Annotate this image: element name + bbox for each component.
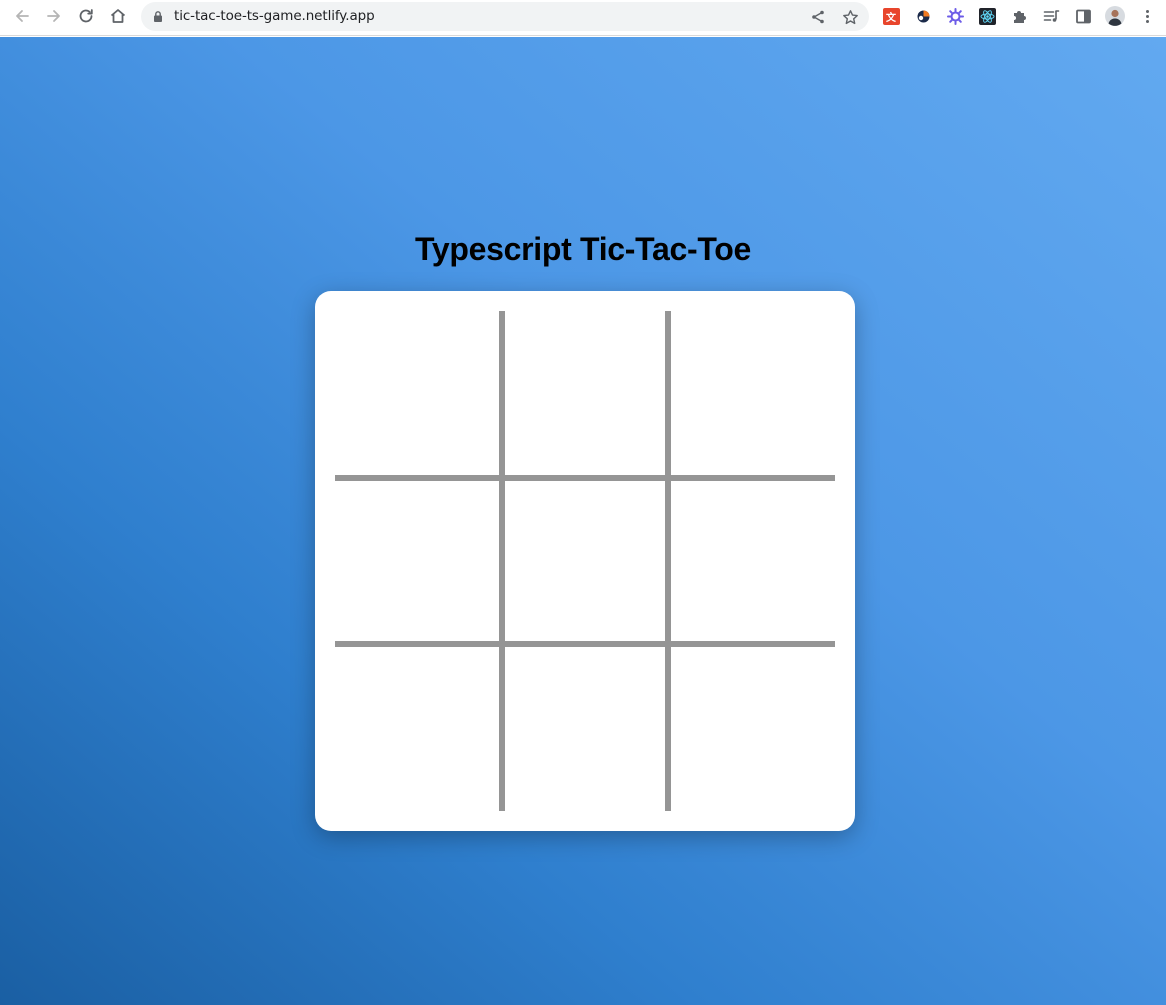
- side-panel-icon: [1075, 9, 1091, 23]
- browser-toolbar: tic-tac-toe-ts-game.netlify.app 文: [0, 0, 1166, 36]
- board-cell-0[interactable]: [335, 311, 502, 478]
- translate-extension-icon: 文: [882, 7, 900, 25]
- board-cell-5[interactable]: [668, 477, 835, 645]
- reading-list-icon: [1043, 9, 1059, 22]
- extension-icon-purple-gear: [946, 7, 964, 25]
- extension-button-orange[interactable]: [914, 7, 932, 25]
- react-devtools-icon: [978, 7, 996, 25]
- home-icon: [110, 9, 126, 23]
- puzzle-icon: [1013, 10, 1026, 23]
- back-button[interactable]: [8, 4, 36, 28]
- svg-text:文: 文: [886, 11, 897, 24]
- board-cell-6[interactable]: [335, 644, 502, 811]
- address-bar[interactable]: tic-tac-toe-ts-game.netlify.app: [141, 2, 869, 31]
- profile-button[interactable]: [1105, 6, 1125, 26]
- kebab-menu-icon: [1145, 9, 1149, 23]
- forward-button[interactable]: [40, 4, 68, 28]
- side-panel-button[interactable]: [1074, 7, 1092, 25]
- lock-icon[interactable]: [152, 10, 164, 23]
- board-cell-4[interactable]: [501, 477, 669, 645]
- home-button[interactable]: [104, 4, 132, 28]
- reload-icon: [79, 9, 93, 23]
- address-url[interactable]: tic-tac-toe-ts-game.netlify.app: [174, 8, 375, 24]
- back-arrow-icon: [16, 10, 29, 22]
- bookmark-button[interactable]: [840, 7, 860, 27]
- reading-list-button[interactable]: [1042, 7, 1060, 25]
- forward-arrow-icon: [47, 10, 60, 22]
- extension-button-purple[interactable]: [946, 7, 964, 25]
- game-page: Typescript Tic-Tac-Toe: [0, 37, 1166, 1005]
- page-title: Typescript Tic-Tac-Toe: [415, 231, 751, 267]
- board-cell-7[interactable]: [501, 644, 669, 811]
- share-button[interactable]: [808, 7, 828, 27]
- board-cell-8[interactable]: [668, 644, 835, 811]
- board-cell-1[interactable]: [501, 311, 669, 478]
- star-icon: [842, 9, 858, 24]
- react-devtools-button[interactable]: [978, 7, 996, 25]
- board-cell-3[interactable]: [335, 477, 502, 645]
- extensions-button[interactable]: [1010, 7, 1028, 25]
- profile-avatar: [1105, 6, 1125, 26]
- browser-menu-button[interactable]: [1138, 7, 1156, 25]
- extension-icon-orange: [917, 10, 929, 22]
- board-grid: [335, 311, 835, 811]
- share-icon: [812, 10, 824, 24]
- board-cell-2[interactable]: [668, 311, 835, 478]
- translate-extension-button[interactable]: 文: [882, 7, 900, 25]
- reload-button[interactable]: [72, 4, 100, 28]
- game-board: [315, 291, 855, 831]
